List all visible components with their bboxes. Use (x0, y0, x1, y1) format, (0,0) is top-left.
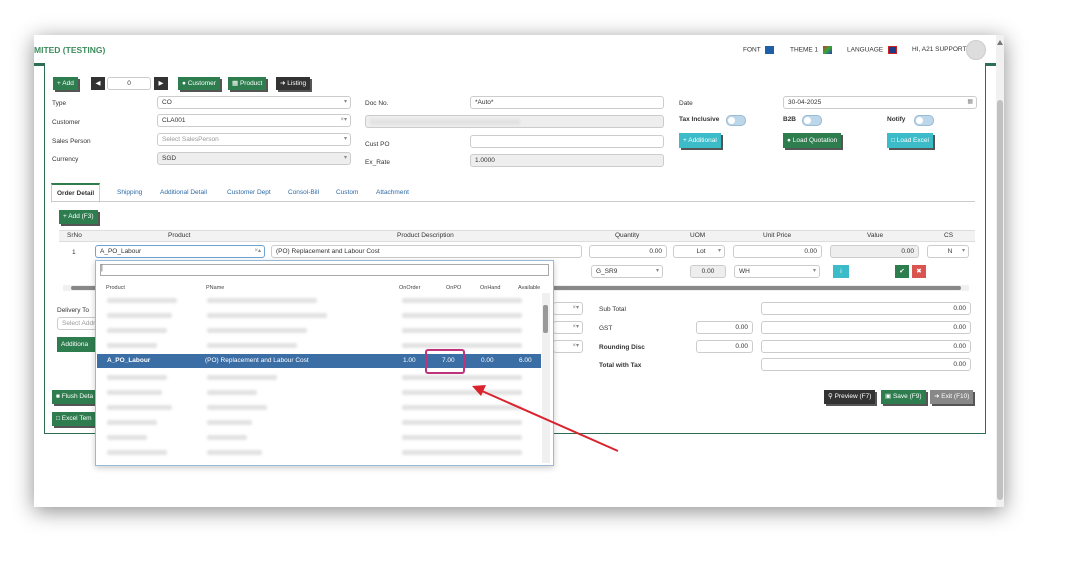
annotation-arrow (472, 385, 619, 452)
